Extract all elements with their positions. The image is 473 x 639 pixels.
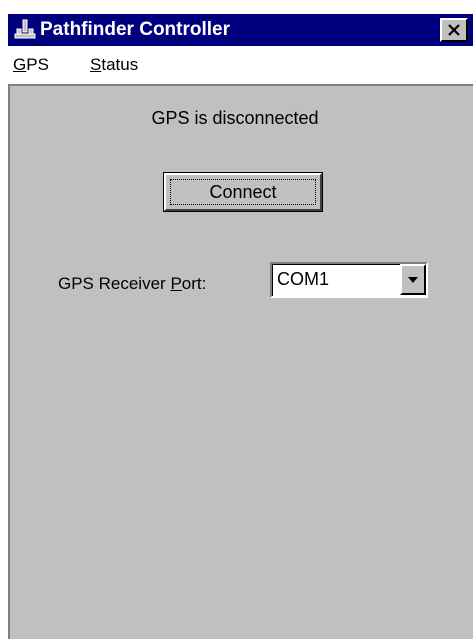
- title-bar[interactable]: Pathfinder Controller: [8, 14, 473, 46]
- port-select[interactable]: COM1: [270, 262, 428, 298]
- chevron-down-icon: [407, 271, 419, 289]
- port-label: GPS Receiver Port:: [58, 273, 206, 295]
- connection-status: GPS is disconnected: [151, 108, 319, 128]
- connect-button[interactable]: Connect: [163, 172, 323, 212]
- menu-status-mnemonic: S: [90, 55, 102, 74]
- menu-status-rest: tatus: [101, 55, 139, 74]
- connect-button-label: Connect: [209, 182, 277, 202]
- client-area: GPS is disconnected Connect GPS Receiver…: [8, 84, 473, 639]
- joystick-icon: [14, 19, 36, 41]
- menu-gps-rest: PS: [26, 55, 49, 74]
- close-icon: [447, 24, 461, 36]
- menu-gps[interactable]: GPS: [13, 54, 49, 76]
- close-button[interactable]: [440, 18, 468, 42]
- port-label-before: GPS Receiver: [58, 274, 171, 293]
- port-label-mnemonic: P: [170, 274, 182, 293]
- window-title: Pathfinder Controller: [40, 19, 231, 40]
- port-label-after: ort:: [181, 274, 207, 293]
- port-select-value: COM1: [277, 269, 330, 289]
- app-window: Pathfinder Controller GPS Status GPS is …: [0, 0, 473, 639]
- port-dropdown-button[interactable]: [400, 264, 426, 295]
- menu-status[interactable]: Status: [90, 54, 138, 76]
- menu-gps-mnemonic: G: [13, 55, 27, 74]
- menu-bar: GPS Status: [8, 46, 473, 84]
